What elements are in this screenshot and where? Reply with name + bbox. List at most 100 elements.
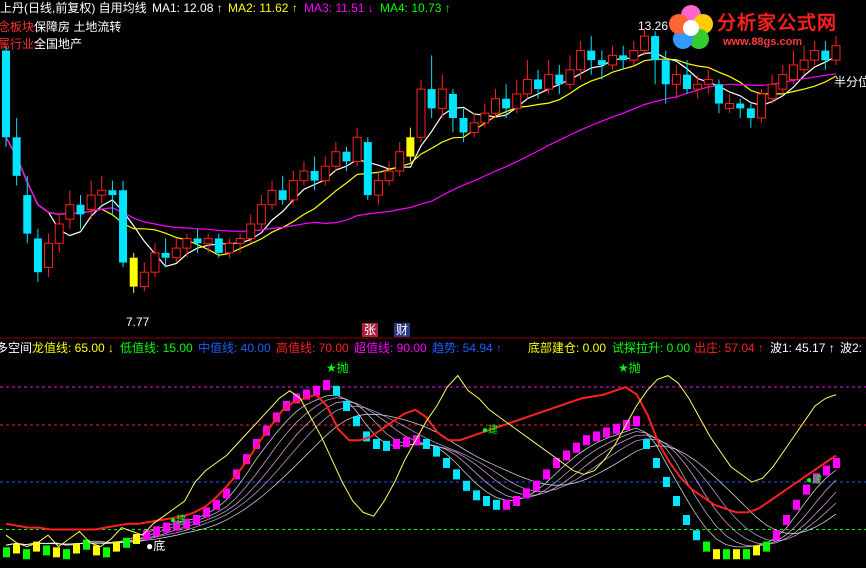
indicator-bar	[633, 416, 640, 427]
indicator-bar	[693, 530, 700, 541]
indicator-bar	[443, 458, 450, 468]
indicator-bar	[773, 530, 780, 541]
indicator-bar	[423, 439, 430, 449]
industry-label: 所属行业:	[0, 37, 38, 51]
candle-body	[373, 180, 383, 196]
candle-body	[129, 257, 138, 287]
indicator-bar	[463, 480, 470, 491]
build-signal-2: ●建	[482, 425, 499, 436]
logo-text: 分析家公式网	[717, 13, 838, 34]
price-right-tag: 半分位	[834, 75, 866, 89]
candle-body	[448, 93, 457, 118]
candle-body	[203, 237, 213, 244]
candle-body	[395, 151, 405, 172]
indicator-bar	[613, 423, 620, 434]
candle-body	[597, 60, 606, 65]
indicator-bar	[193, 515, 200, 525]
indicator-bar	[383, 440, 390, 451]
candle-body	[23, 195, 32, 234]
indicator-legend-item: 多空间	[0, 341, 33, 355]
candle-body	[108, 190, 117, 196]
red-indicator-line	[5, 385, 837, 531]
candle-body	[683, 74, 692, 90]
candle-body	[490, 98, 500, 114]
candle-body	[256, 204, 266, 225]
indicator-bar	[713, 549, 720, 560]
candle-body	[576, 50, 586, 71]
candle-body	[119, 190, 128, 263]
candle-body	[693, 83, 703, 90]
indicator-bar	[323, 380, 330, 391]
candle-body	[224, 242, 234, 254]
candle-body	[427, 89, 436, 109]
indicator-bar	[403, 437, 410, 448]
indicator-bar	[373, 439, 380, 449]
ma-legend-item: MA1: 12.08 ↑	[152, 1, 223, 15]
indicator-bar	[53, 547, 60, 558]
candle-body	[736, 103, 745, 109]
indicator-bar	[673, 496, 680, 506]
indicator-bar	[683, 515, 690, 525]
indicator-legend-item: 趋势: 54.94 ↑	[432, 341, 503, 355]
candle-body	[12, 137, 21, 176]
candle-body	[97, 189, 107, 196]
sector-value: 保障房 土地流转	[34, 20, 122, 34]
indicator-bar	[723, 549, 730, 560]
indicator-bar	[103, 547, 110, 558]
indicator-bar	[3, 547, 10, 558]
candle-body	[54, 223, 64, 244]
indicator-bar	[133, 534, 140, 544]
indicator-bar	[73, 543, 80, 554]
candle-body	[246, 223, 256, 239]
chart-title: 上丹(日线,前复权) 自用均线	[0, 1, 147, 15]
candle-body	[512, 93, 522, 109]
candle-body	[76, 204, 85, 215]
candle-body	[139, 271, 149, 288]
candle-body	[651, 36, 660, 61]
yellow-indicator-line	[5, 374, 837, 548]
indicator-bar	[533, 480, 540, 491]
candle-body	[534, 79, 543, 90]
candle-body	[502, 98, 511, 109]
candle-body	[757, 93, 767, 119]
candle-body	[565, 69, 575, 85]
candle-body	[278, 190, 287, 200]
indicator-bar	[343, 401, 350, 411]
fan-line	[5, 413, 837, 546]
indicator-legend-item: 波2:	[840, 341, 863, 355]
candle-body	[299, 170, 309, 182]
candle-body	[522, 78, 532, 95]
stock-chart	[0, 28, 866, 560]
sell-signal-left: ★抛	[326, 361, 349, 375]
candle-body	[725, 103, 735, 109]
sell-signal-right: ★抛	[618, 361, 641, 375]
indicator-bar	[123, 537, 130, 548]
sector-label: 概念板块:	[0, 20, 38, 34]
indicator-bar	[43, 545, 50, 556]
candle-body	[33, 238, 42, 273]
indicator-bar	[113, 541, 120, 552]
candle-body	[267, 189, 277, 206]
candle-body	[788, 64, 798, 80]
logo-url: www.88gs.com	[723, 36, 803, 48]
candle-body	[746, 108, 755, 118]
ma-legend-item: MA3: 11.51 ↓	[304, 1, 374, 15]
candle-body	[44, 242, 54, 268]
indicator-bar	[703, 541, 710, 552]
ma-legend-item: MA4: 10.73 ↑	[380, 1, 451, 15]
candle-body	[342, 151, 351, 162]
candle-body	[331, 151, 341, 167]
candle-body	[193, 238, 202, 244]
indicator-bar	[663, 477, 670, 487]
indicator-legend-item: 波1: 45.17 ↑	[770, 341, 835, 355]
build-signal-3: ●建	[806, 475, 823, 486]
candle-body	[150, 252, 160, 273]
candle-body	[363, 142, 372, 196]
candle-body	[171, 247, 181, 259]
candle-body	[480, 112, 490, 124]
indicator-bar	[833, 458, 840, 468]
candle-body	[416, 88, 426, 138]
indicator-bar	[153, 526, 160, 537]
candle-body	[587, 50, 596, 61]
indicator-bar	[473, 490, 480, 501]
